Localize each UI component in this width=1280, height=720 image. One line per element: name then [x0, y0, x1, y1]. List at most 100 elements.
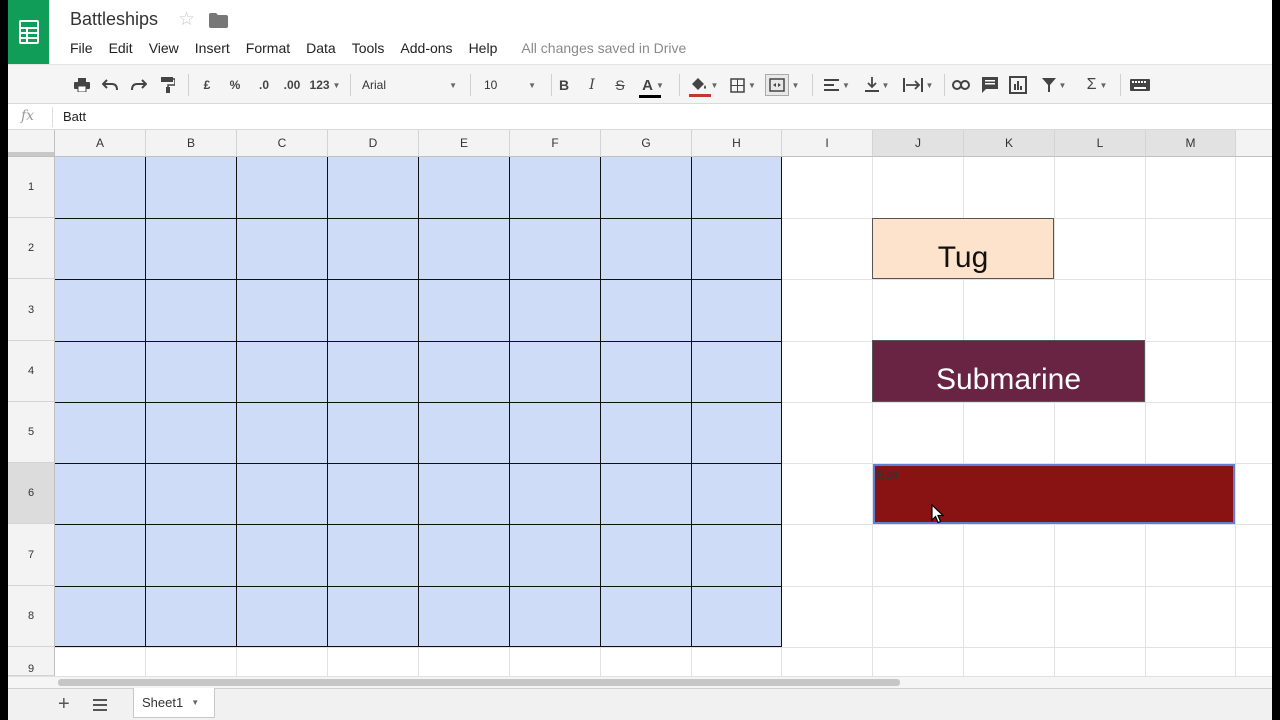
align-bottom-icon: [864, 77, 879, 92]
submarine-ship-cell[interactable]: Submarine: [872, 340, 1145, 402]
board-line: [55, 463, 782, 464]
menu-tools[interactable]: Tools: [344, 38, 393, 58]
menu-format[interactable]: Format: [238, 38, 298, 58]
text-wrapping-button[interactable]: ▼: [900, 73, 936, 97]
chevron-down-icon[interactable]: ▼: [191, 698, 199, 707]
italic-button[interactable]: I: [582, 73, 602, 97]
column-header-d[interactable]: D: [328, 130, 419, 157]
menu-view[interactable]: View: [141, 38, 187, 58]
insert-comment-icon[interactable]: [979, 73, 1001, 97]
align-left-icon: [824, 79, 840, 91]
insert-link-icon[interactable]: [950, 73, 972, 97]
merge-cells-icon: [768, 78, 785, 92]
sheet-tab-label: Sheet1: [142, 695, 184, 710]
column-header-j[interactable]: J: [873, 130, 964, 157]
functions-button[interactable]: Σ ▼: [1080, 73, 1114, 97]
column-header-g[interactable]: G: [601, 130, 692, 157]
menu-help[interactable]: Help: [461, 38, 506, 58]
row-header-5[interactable]: 5: [8, 402, 55, 463]
submarine-label: Submarine: [935, 363, 1082, 396]
board-line: [55, 279, 782, 280]
menu-insert[interactable]: Insert: [187, 38, 238, 58]
add-sheet-button[interactable]: +: [58, 693, 70, 715]
fill-color-button[interactable]: ▼: [686, 73, 722, 97]
column-header-f[interactable]: F: [510, 130, 601, 157]
formula-input[interactable]: Batt: [63, 109, 86, 124]
chevron-down-icon: ▼: [748, 80, 756, 90]
percent-button[interactable]: %: [226, 73, 244, 97]
text-color-button[interactable]: A ▼: [634, 73, 672, 98]
column-header-c[interactable]: C: [237, 130, 328, 157]
column-header-i[interactable]: I: [782, 130, 873, 157]
battleship-board[interactable]: [55, 157, 782, 647]
horizontal-align-button[interactable]: ▼: [820, 73, 854, 97]
scrollbar-thumb[interactable]: [58, 679, 900, 686]
row-header-3[interactable]: 3: [8, 279, 55, 341]
column-header-b[interactable]: B: [146, 130, 237, 157]
more-formats-button[interactable]: 123 ▼: [308, 73, 342, 97]
document-title[interactable]: Battleships: [70, 9, 158, 30]
currency-button[interactable]: £: [198, 73, 216, 97]
row-header-1[interactable]: 1: [8, 157, 55, 218]
cell-grid[interactable]: Tug Submarine Batt: [55, 157, 1272, 676]
row-header-4[interactable]: 4: [8, 341, 55, 402]
folder-icon[interactable]: [209, 13, 228, 33]
board-line: [55, 524, 782, 525]
font-size-value: 10: [484, 78, 498, 92]
select-all-corner[interactable]: [8, 130, 55, 157]
bold-button[interactable]: B: [554, 73, 574, 97]
menu-file[interactable]: File: [62, 38, 101, 58]
chevron-down-icon: ▼: [1099, 80, 1108, 90]
vertical-align-button[interactable]: ▼: [860, 73, 894, 97]
menu-edit[interactable]: Edit: [101, 38, 141, 58]
column-header-m[interactable]: M: [1146, 130, 1236, 157]
column-header-l[interactable]: L: [1055, 130, 1146, 157]
filter-button[interactable]: ▼: [1036, 73, 1072, 97]
column-header-overflow: [1236, 130, 1272, 157]
borders-icon: [730, 77, 745, 93]
borders-button[interactable]: ▼: [728, 73, 758, 97]
right-letterbox: [1272, 0, 1280, 720]
board-line: [55, 341, 782, 342]
column-header-e[interactable]: E: [419, 130, 510, 157]
font-size-select[interactable]: 10 ▼: [480, 74, 542, 96]
toolbar-divider: [470, 74, 471, 96]
toolbar-divider: [679, 74, 680, 96]
increase-decimal-button[interactable]: .00: [280, 73, 304, 97]
column-header-a[interactable]: A: [55, 130, 146, 157]
horizontal-scrollbar[interactable]: [8, 676, 1272, 688]
row-header-7[interactable]: 7: [8, 524, 55, 586]
chevron-down-icon: ▼: [655, 80, 664, 90]
row-header-6[interactable]: 6: [8, 463, 55, 524]
text-color-swatch: [639, 94, 662, 98]
print-icon[interactable]: [72, 73, 92, 97]
decrease-decimal-button[interactable]: .0: [253, 73, 275, 97]
undo-icon[interactable]: [100, 73, 120, 97]
menu-data[interactable]: Data: [298, 38, 344, 58]
filter-icon: [1041, 78, 1056, 92]
star-icon[interactable]: ☆: [178, 9, 195, 31]
redo-icon[interactable]: [129, 73, 149, 97]
merge-cells-button[interactable]: ▼: [762, 73, 802, 97]
sheets-logo-icon[interactable]: [8, 0, 49, 64]
row-header-8[interactable]: 8: [8, 586, 55, 647]
sheet-tab-sheet1[interactable]: Sheet1 ▼: [133, 688, 215, 718]
column-header-h[interactable]: H: [692, 130, 782, 157]
formula-divider: [52, 107, 53, 127]
battleship-cell-editing[interactable]: Batt: [873, 464, 1235, 524]
row-header-2[interactable]: 2: [8, 218, 55, 279]
tug-ship-cell[interactable]: Tug: [872, 218, 1054, 279]
chevron-down-icon: ▼: [842, 80, 850, 90]
row-header-9[interactable]: 9: [8, 647, 55, 676]
paint-format-icon[interactable]: [158, 73, 178, 97]
list-sheets-icon[interactable]: [93, 699, 107, 714]
toolbar: £ % .0 .00 123 ▼ Arial ▼ 10 ▼ B I S A ▼ ▼ ▼: [8, 64, 1272, 104]
font-family-select[interactable]: Arial ▼: [358, 74, 463, 96]
strikethrough-button[interactable]: S: [610, 73, 630, 97]
menu-addons[interactable]: Add-ons: [392, 38, 460, 58]
keyboard-icon[interactable]: [1128, 73, 1152, 97]
insert-chart-icon[interactable]: [1007, 73, 1029, 97]
cell-edit-text[interactable]: Batt: [877, 468, 898, 482]
chevron-down-icon: ▼: [710, 80, 719, 90]
column-header-k[interactable]: K: [964, 130, 1055, 157]
